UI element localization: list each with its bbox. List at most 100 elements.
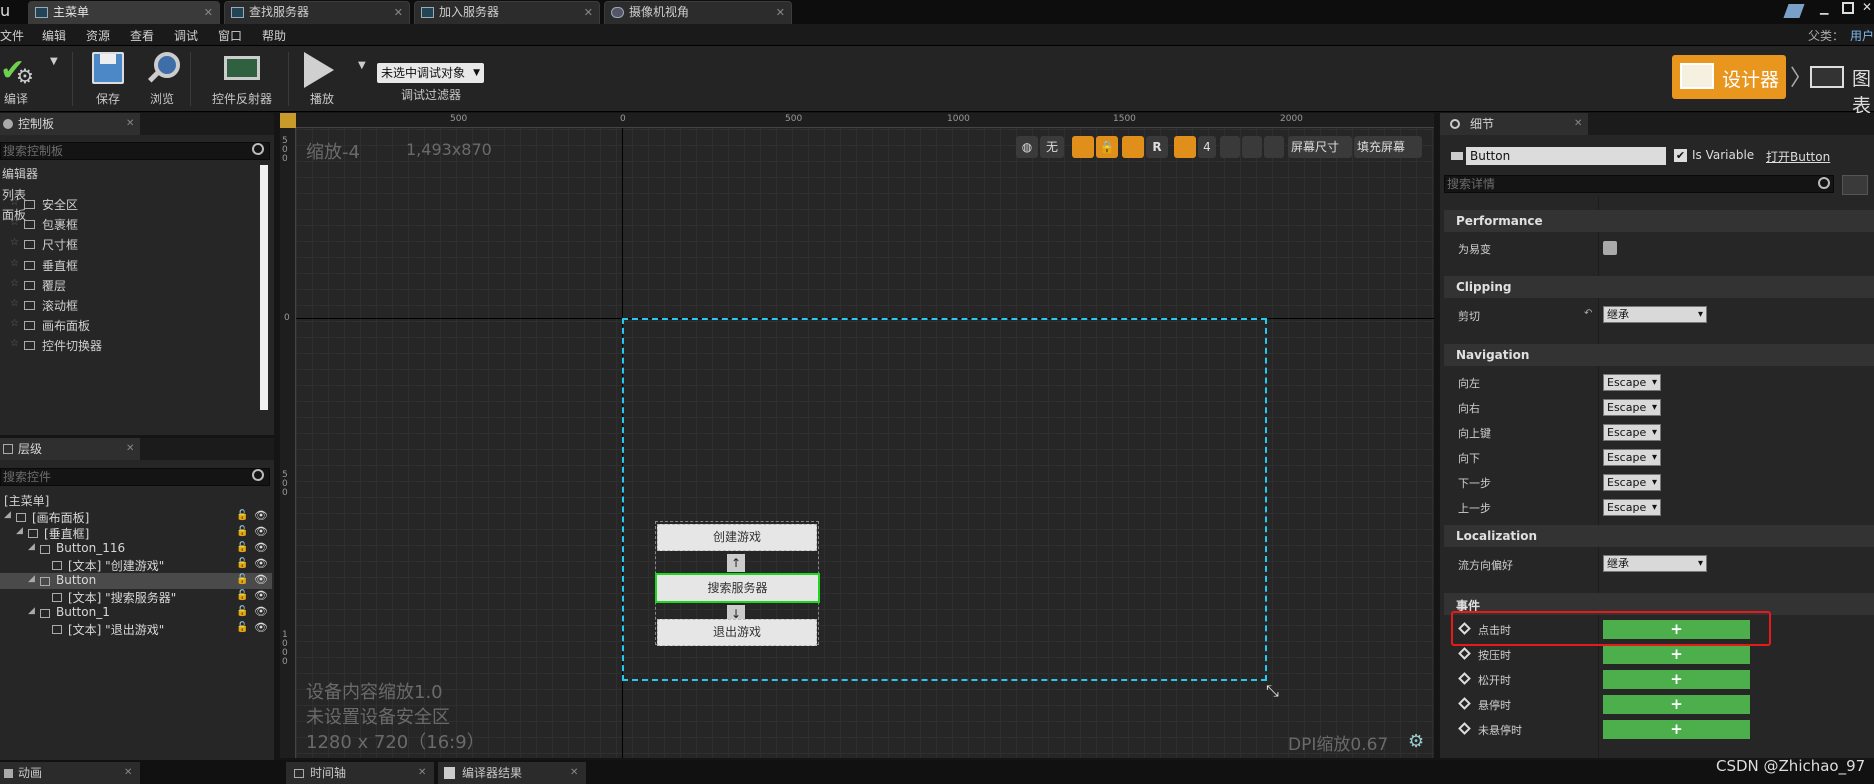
reset-icon[interactable]: ↶ bbox=[1584, 308, 1592, 319]
star-icon[interactable]: ☆ bbox=[10, 217, 19, 228]
eye-icon[interactable]: 👁 bbox=[254, 557, 268, 570]
hierarchy-node[interactable]: ◢ Button_1 🔓 👁 bbox=[0, 605, 272, 621]
open-button-link[interactable]: 打开Button bbox=[1766, 148, 1830, 165]
add-event-button[interactable]: + bbox=[1603, 670, 1750, 689]
hierarchy-node[interactable]: ◢ Button_116 🔓 👁 bbox=[0, 541, 272, 557]
close-icon[interactable]: ✕ bbox=[394, 2, 403, 23]
background-image-icon[interactable] bbox=[1242, 136, 1262, 158]
hierarchy-search-input[interactable]: 搜索控件 bbox=[0, 468, 270, 486]
tab-details[interactable]: 细节 ✕ bbox=[1440, 113, 1588, 135]
lock-icon[interactable]: 🔓 bbox=[236, 542, 248, 553]
parent-class-value[interactable]: 用户 bbox=[1850, 27, 1874, 44]
eye-icon[interactable]: 👁 bbox=[254, 509, 268, 522]
globe-icon[interactable]: ◍ bbox=[1016, 136, 1038, 158]
menu-debug[interactable]: 调试 bbox=[174, 27, 198, 44]
lock-icon[interactable]: 🔓 bbox=[236, 590, 248, 601]
compile-options-chevron-icon[interactable]: ▼ bbox=[50, 56, 58, 67]
menu-edit[interactable]: 编辑 bbox=[42, 27, 66, 44]
fill-screen-dropdown[interactable]: 填充屏幕 bbox=[1354, 136, 1422, 158]
close-icon[interactable]: ✕ bbox=[584, 2, 593, 23]
navigation-dropdown[interactable]: Escape bbox=[1603, 449, 1661, 466]
palette-search-input[interactable]: 搜索控制板 bbox=[0, 142, 270, 160]
compile-button[interactable]: ✔ ⚙ bbox=[0, 52, 40, 89]
tab-camera-view[interactable]: 摄像机视角 ✕ bbox=[604, 1, 792, 24]
palette-item[interactable]: ☆ 控件切换器 bbox=[10, 337, 255, 355]
outline-toggle-icon[interactable] bbox=[1072, 136, 1094, 158]
palette-item[interactable]: ☆ 尺寸框 bbox=[10, 236, 255, 254]
graph-mode-button[interactable]: 图表 bbox=[1808, 60, 1874, 117]
tab-main-menu[interactable]: 主菜单 ✕ bbox=[28, 1, 220, 24]
dpi-settings-gear-icon[interactable]: ⚙ bbox=[1408, 731, 1424, 752]
hierarchy-node[interactable]: ◢ Button 🔓 👁 bbox=[0, 573, 272, 589]
palette-item[interactable]: ☆ 画布面板 bbox=[10, 317, 255, 335]
lock-icon[interactable]: 🔓 bbox=[236, 510, 248, 521]
mirror-icon[interactable] bbox=[1264, 136, 1284, 158]
lock-icon[interactable]: 🔓 bbox=[236, 574, 248, 585]
widget-reflector-button[interactable] bbox=[222, 52, 262, 86]
grid-size-button[interactable]: 4 bbox=[1198, 136, 1216, 158]
widget-name-input[interactable]: Button bbox=[1466, 147, 1666, 165]
source-control-icon[interactable] bbox=[1783, 4, 1805, 18]
palette-scrollbar[interactable] bbox=[260, 165, 268, 410]
navigation-dropdown[interactable]: Escape bbox=[1603, 474, 1661, 491]
transform-icon[interactable] bbox=[1122, 136, 1144, 158]
star-icon[interactable]: ☆ bbox=[10, 298, 19, 309]
minimize-icon[interactable]: ▁ bbox=[1820, 2, 1832, 15]
eye-icon[interactable]: 👁 bbox=[254, 525, 268, 538]
eye-icon[interactable]: 👁 bbox=[254, 573, 268, 586]
tab-palette[interactable]: 控制板 ✕ bbox=[0, 113, 140, 135]
tab-find-server[interactable]: 查找服务器 ✕ bbox=[224, 1, 410, 24]
palette-item[interactable]: ☆ 包裹框 bbox=[10, 216, 255, 234]
browse-button[interactable] bbox=[147, 52, 184, 86]
localization-preview-button[interactable]: 无 bbox=[1040, 136, 1064, 158]
palette-category-editor[interactable]: 编辑器 bbox=[2, 165, 38, 182]
is-variable-checkbox[interactable]: ✔ bbox=[1674, 149, 1687, 162]
tab-compiler-results[interactable]: 编译器结果 ✕ bbox=[438, 762, 586, 784]
category-clipping[interactable]: Clipping bbox=[1444, 276, 1874, 298]
designer-mode-button[interactable]: 设计器 bbox=[1672, 55, 1786, 99]
lock-icon[interactable]: 🔓 bbox=[236, 622, 248, 633]
button-quit-game[interactable]: 退出游戏 bbox=[657, 619, 817, 646]
palette-item[interactable]: ☆ 滚动框 bbox=[10, 297, 255, 315]
navigation-dropdown[interactable]: Escape bbox=[1603, 424, 1661, 441]
navigation-dropdown[interactable]: Escape bbox=[1603, 499, 1661, 516]
close-window-icon[interactable]: ✕ bbox=[1862, 0, 1874, 14]
star-icon[interactable]: ☆ bbox=[10, 318, 19, 329]
button-create-game[interactable]: 创建游戏 bbox=[657, 524, 817, 551]
hierarchy-node[interactable]: [文本] "创建游戏" 🔓 👁 bbox=[0, 557, 272, 573]
menu-window[interactable]: 窗口 bbox=[218, 27, 242, 44]
lock-icon[interactable]: 🔓 bbox=[236, 526, 248, 537]
add-event-button[interactable]: + bbox=[1603, 695, 1750, 714]
button-search-server[interactable]: 搜索服务器 bbox=[655, 573, 820, 603]
play-options-chevron-icon[interactable]: ▼ bbox=[358, 60, 366, 71]
star-icon[interactable]: ☆ bbox=[10, 197, 19, 208]
eye-icon[interactable]: 👁 bbox=[254, 605, 268, 618]
eye-icon[interactable]: 👁 bbox=[254, 589, 268, 602]
tab-hierarchy[interactable]: 层级 ✕ bbox=[0, 438, 140, 460]
add-event-button[interactable]: + bbox=[1603, 645, 1750, 664]
hierarchy-node[interactable]: [文本] "退出游戏" 🔓 👁 bbox=[0, 621, 272, 637]
lock-icon[interactable]: 🔒 bbox=[1096, 136, 1118, 158]
hierarchy-node[interactable]: ◢ [垂直框] 🔓 👁 bbox=[0, 525, 272, 541]
tab-join-server[interactable]: 加入服务器 ✕ bbox=[414, 1, 600, 24]
category-navigation[interactable]: Navigation bbox=[1444, 344, 1874, 366]
add-event-button[interactable]: + bbox=[1603, 720, 1750, 739]
details-search-input[interactable]: 搜索详情 bbox=[1444, 175, 1834, 193]
close-icon[interactable]: ✕ bbox=[126, 113, 134, 135]
close-icon[interactable]: ✕ bbox=[124, 762, 132, 784]
hierarchy-node[interactable]: [文本] "搜索服务器" 🔓 👁 bbox=[0, 589, 272, 605]
view-options-icon[interactable] bbox=[1842, 175, 1868, 195]
resize-handle-icon[interactable]: ⤡ bbox=[1266, 681, 1279, 701]
close-icon[interactable]: ✕ bbox=[776, 2, 785, 23]
star-icon[interactable]: ☆ bbox=[10, 258, 19, 269]
play-button[interactable] bbox=[300, 52, 336, 88]
category-performance[interactable]: Performance bbox=[1444, 210, 1874, 232]
hierarchy-node[interactable]: ◢ [画布面板] 🔓 👁 bbox=[0, 509, 272, 525]
tab-timeline[interactable]: 时间轴 ✕ bbox=[286, 762, 434, 784]
eye-icon[interactable]: 👁 bbox=[254, 621, 268, 634]
fit-icon[interactable] bbox=[1220, 136, 1240, 158]
lock-icon[interactable]: 🔓 bbox=[236, 558, 248, 569]
star-icon[interactable]: ☆ bbox=[10, 237, 19, 248]
palette-item[interactable]: ☆ 覆层 bbox=[10, 277, 255, 295]
star-icon[interactable]: ☆ bbox=[10, 278, 19, 289]
